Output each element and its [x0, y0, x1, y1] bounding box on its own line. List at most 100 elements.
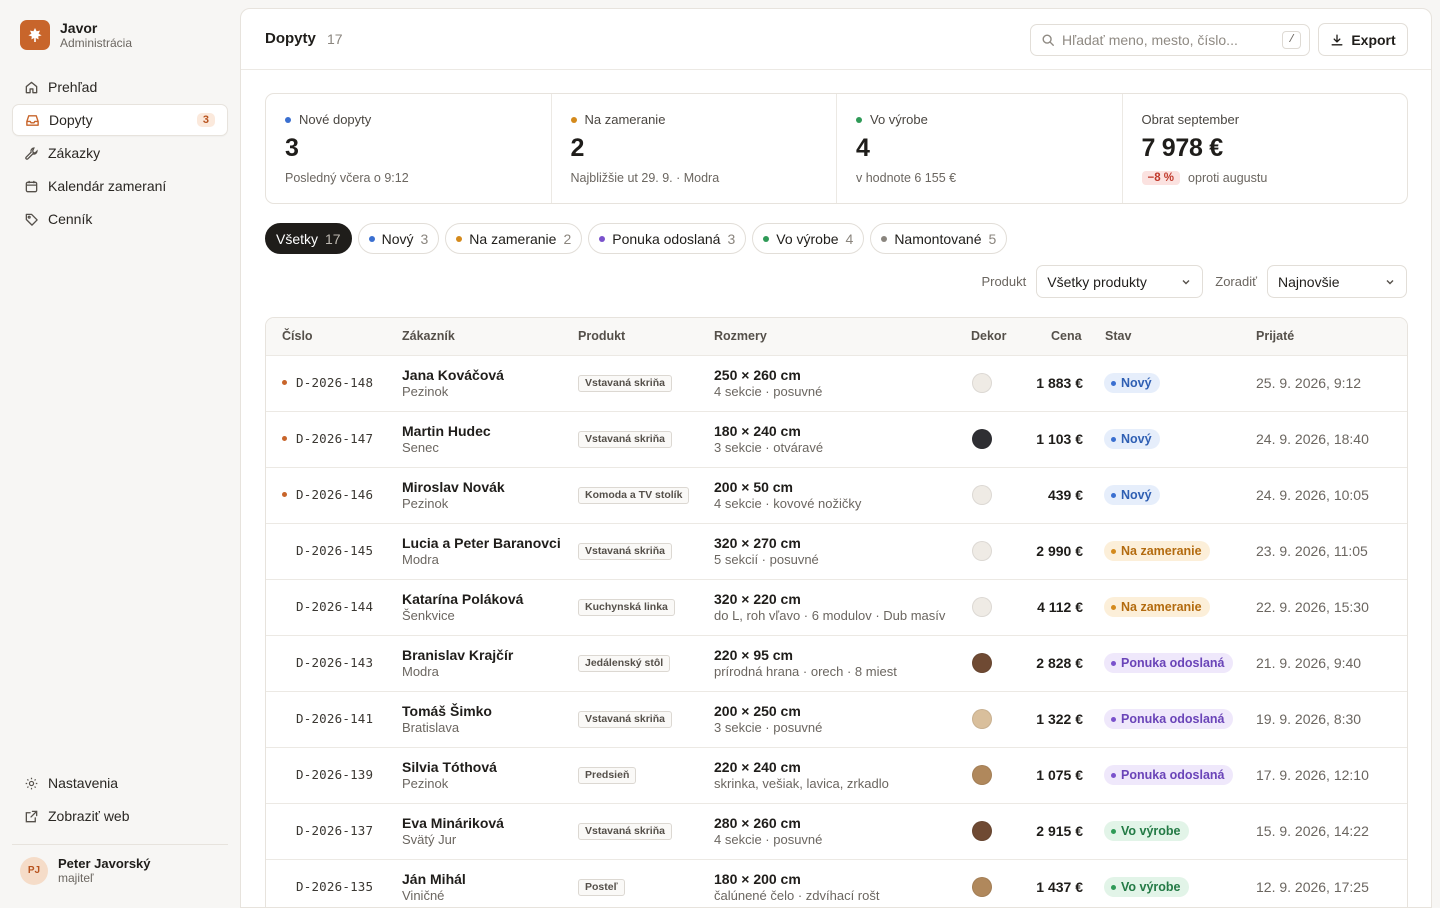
- stat-revenue[interactable]: Obrat september 7 978 € −8 % oproti augus…: [1123, 94, 1408, 203]
- dimensions: 220 × 95 cm: [714, 647, 794, 663]
- customer-name[interactable]: Branislav Krajčír: [402, 647, 513, 664]
- table-row[interactable]: D-2026-143 Branislav Krajčír Modra Jedál…: [266, 636, 1407, 692]
- status-badge[interactable]: Vo výrobe: [1104, 877, 1189, 897]
- unread-dot: [282, 716, 287, 721]
- status-dot: [599, 235, 606, 242]
- dimensions: 200 × 250 cm: [714, 703, 801, 719]
- chip-measurement[interactable]: Na zameranie 2: [445, 223, 583, 254]
- column-header[interactable]: Číslo: [282, 329, 313, 343]
- request-number[interactable]: D-2026-147: [296, 431, 373, 446]
- table-row[interactable]: D-2026-144 Katarína Poláková Šenkvice Ku…: [266, 580, 1407, 636]
- dimensions: 180 × 240 cm: [714, 423, 801, 439]
- request-number[interactable]: D-2026-143: [296, 655, 373, 670]
- dimensions-note: 5 sekcií · posuvné: [714, 552, 819, 567]
- nav-item-prehlad[interactable]: Prehľad: [12, 71, 228, 103]
- status-badge[interactable]: Ponuka odoslaná: [1104, 653, 1233, 673]
- table-row[interactable]: D-2026-145 Lucia a Peter Baranovci Modra…: [266, 524, 1407, 580]
- price: 1 883 €: [1036, 375, 1083, 391]
- delta-badge: −8 %: [1141, 171, 1181, 185]
- customer-name[interactable]: Miroslav Novák: [402, 479, 505, 496]
- status-dot: [856, 116, 862, 123]
- sort-select[interactable]: Najnovšie: [1267, 265, 1407, 298]
- customer-name[interactable]: Lucia a Peter Baranovci: [402, 535, 561, 552]
- status-dot: [1111, 436, 1116, 442]
- nav-item-cennik[interactable]: Cenník: [12, 203, 228, 235]
- status-badge[interactable]: Na zameranie: [1104, 541, 1210, 561]
- search-box[interactable]: /: [1030, 24, 1310, 56]
- product-tag: Vstavaná skriňa: [578, 543, 672, 560]
- chip-in-production[interactable]: Vo výrobe 4: [752, 223, 865, 254]
- request-number[interactable]: D-2026-145: [296, 543, 373, 558]
- customer-name[interactable]: Tomáš Šimko: [402, 703, 492, 720]
- customer-name[interactable]: Ján Mihál: [402, 871, 466, 888]
- status-badge[interactable]: Ponuka odoslaná: [1104, 765, 1233, 785]
- stats-panel: Nové dopyty 3 Posledný včera o 9:12 Na z…: [265, 93, 1408, 204]
- request-number[interactable]: D-2026-146: [296, 487, 373, 502]
- column-header[interactable]: Rozmery: [714, 329, 767, 343]
- chip-new[interactable]: Nový 3: [357, 223, 440, 254]
- column-header[interactable]: Zákazník: [402, 329, 455, 343]
- request-number[interactable]: D-2026-141: [296, 711, 373, 726]
- stat-in-production[interactable]: Vo výrobe 4 v hodnote 6 155 €: [837, 94, 1123, 203]
- status-badge[interactable]: Ponuka odoslaná: [1104, 709, 1233, 729]
- secondary-nav: Nastavenia Zobraziť web: [12, 767, 228, 833]
- customer-city: Pezinok: [402, 776, 449, 791]
- customer-city: Senec: [402, 440, 439, 455]
- nav-item-kalendar[interactable]: Kalendár zameraní: [12, 170, 228, 202]
- status-badge[interactable]: Na zameranie: [1104, 597, 1210, 617]
- price: 1 075 €: [1036, 767, 1083, 783]
- chip-all[interactable]: Všetky 17: [265, 223, 352, 254]
- nav-item-nastavenia[interactable]: Nastavenia: [12, 767, 228, 799]
- chip-offer-sent[interactable]: Ponuka odoslaná 3: [588, 223, 747, 254]
- customer-name[interactable]: Jana Kováčová: [402, 367, 504, 384]
- column-header[interactable]: Cena: [1051, 329, 1082, 343]
- nav-item-zakazky[interactable]: Zákazky: [12, 137, 228, 169]
- request-number[interactable]: D-2026-144: [296, 599, 373, 614]
- status-badge[interactable]: Nový: [1104, 373, 1160, 393]
- price: 2 990 €: [1036, 543, 1083, 559]
- table-row[interactable]: D-2026-141 Tomáš Šimko Bratislava Vstava…: [266, 692, 1407, 748]
- product-tag: Vstavaná skriňa: [578, 823, 672, 840]
- request-number[interactable]: D-2026-148: [296, 375, 373, 390]
- chip-count: 5: [988, 230, 997, 247]
- customer-name[interactable]: Martin Hudec: [402, 423, 491, 440]
- column-header[interactable]: Prijaté: [1256, 329, 1294, 343]
- customer-name[interactable]: Eva Mináriková: [402, 815, 504, 832]
- column-header[interactable]: Produkt: [578, 329, 625, 343]
- export-button[interactable]: Export: [1318, 23, 1408, 56]
- user-profile[interactable]: PJ Peter Javorský majiteľ: [20, 856, 151, 885]
- status-badge[interactable]: Vo výrobe: [1104, 821, 1189, 841]
- table-row[interactable]: D-2026-146 Miroslav Novák Pezinok Komoda…: [266, 468, 1407, 524]
- status-dot: [1111, 884, 1116, 890]
- table-row[interactable]: D-2026-135 Ján Mihál Viničné Posteľ 180 …: [266, 860, 1407, 907]
- request-number[interactable]: D-2026-139: [296, 767, 373, 782]
- unread-dot: [282, 772, 287, 777]
- nav-item-dopyty[interactable]: Dopyty 3: [12, 104, 228, 136]
- request-number[interactable]: D-2026-137: [296, 823, 373, 838]
- received-date: 22. 9. 2026, 15:30: [1256, 599, 1369, 615]
- search-input[interactable]: [1062, 32, 1283, 48]
- table-row[interactable]: D-2026-137 Eva Mináriková Svätý Jur Vsta…: [266, 804, 1407, 860]
- stat-new-requests[interactable]: Nové dopyty 3 Posledný včera o 9:12: [266, 94, 552, 203]
- brand[interactable]: Javor Administrácia: [20, 20, 132, 50]
- table-row[interactable]: D-2026-148 Jana Kováčová Pezinok Vstavan…: [266, 356, 1407, 412]
- column-header[interactable]: Stav: [1105, 329, 1131, 343]
- column-header[interactable]: Dekor: [971, 329, 1006, 343]
- product-tag: Vstavaná skriňa: [578, 431, 672, 448]
- chip-installed[interactable]: Namontované 5: [870, 223, 1008, 254]
- chip-count: 3: [727, 230, 736, 247]
- status-badge[interactable]: Nový: [1104, 429, 1160, 449]
- status-badge[interactable]: Nový: [1104, 485, 1160, 505]
- stat-measurement[interactable]: Na zameranie 2 Najbližšie ut 29. 9. · Mo…: [552, 94, 837, 203]
- export-label: Export: [1351, 31, 1396, 48]
- unread-dot: [282, 548, 287, 553]
- product-select[interactable]: Všetky produkty: [1036, 265, 1204, 298]
- request-number[interactable]: D-2026-135: [296, 879, 373, 894]
- table-row[interactable]: D-2026-139 Silvia Tóthová Pezinok Predsi…: [266, 748, 1407, 804]
- table-row[interactable]: D-2026-147 Martin Hudec Senec Vstavaná s…: [266, 412, 1407, 468]
- status-dot: [1111, 772, 1116, 778]
- customer-name[interactable]: Silvia Tóthová: [402, 759, 497, 776]
- nav-item-zobrazit-web[interactable]: Zobraziť web: [12, 800, 228, 832]
- customer-name[interactable]: Katarína Poláková: [402, 591, 523, 608]
- dimensions: 320 × 220 cm: [714, 591, 801, 607]
